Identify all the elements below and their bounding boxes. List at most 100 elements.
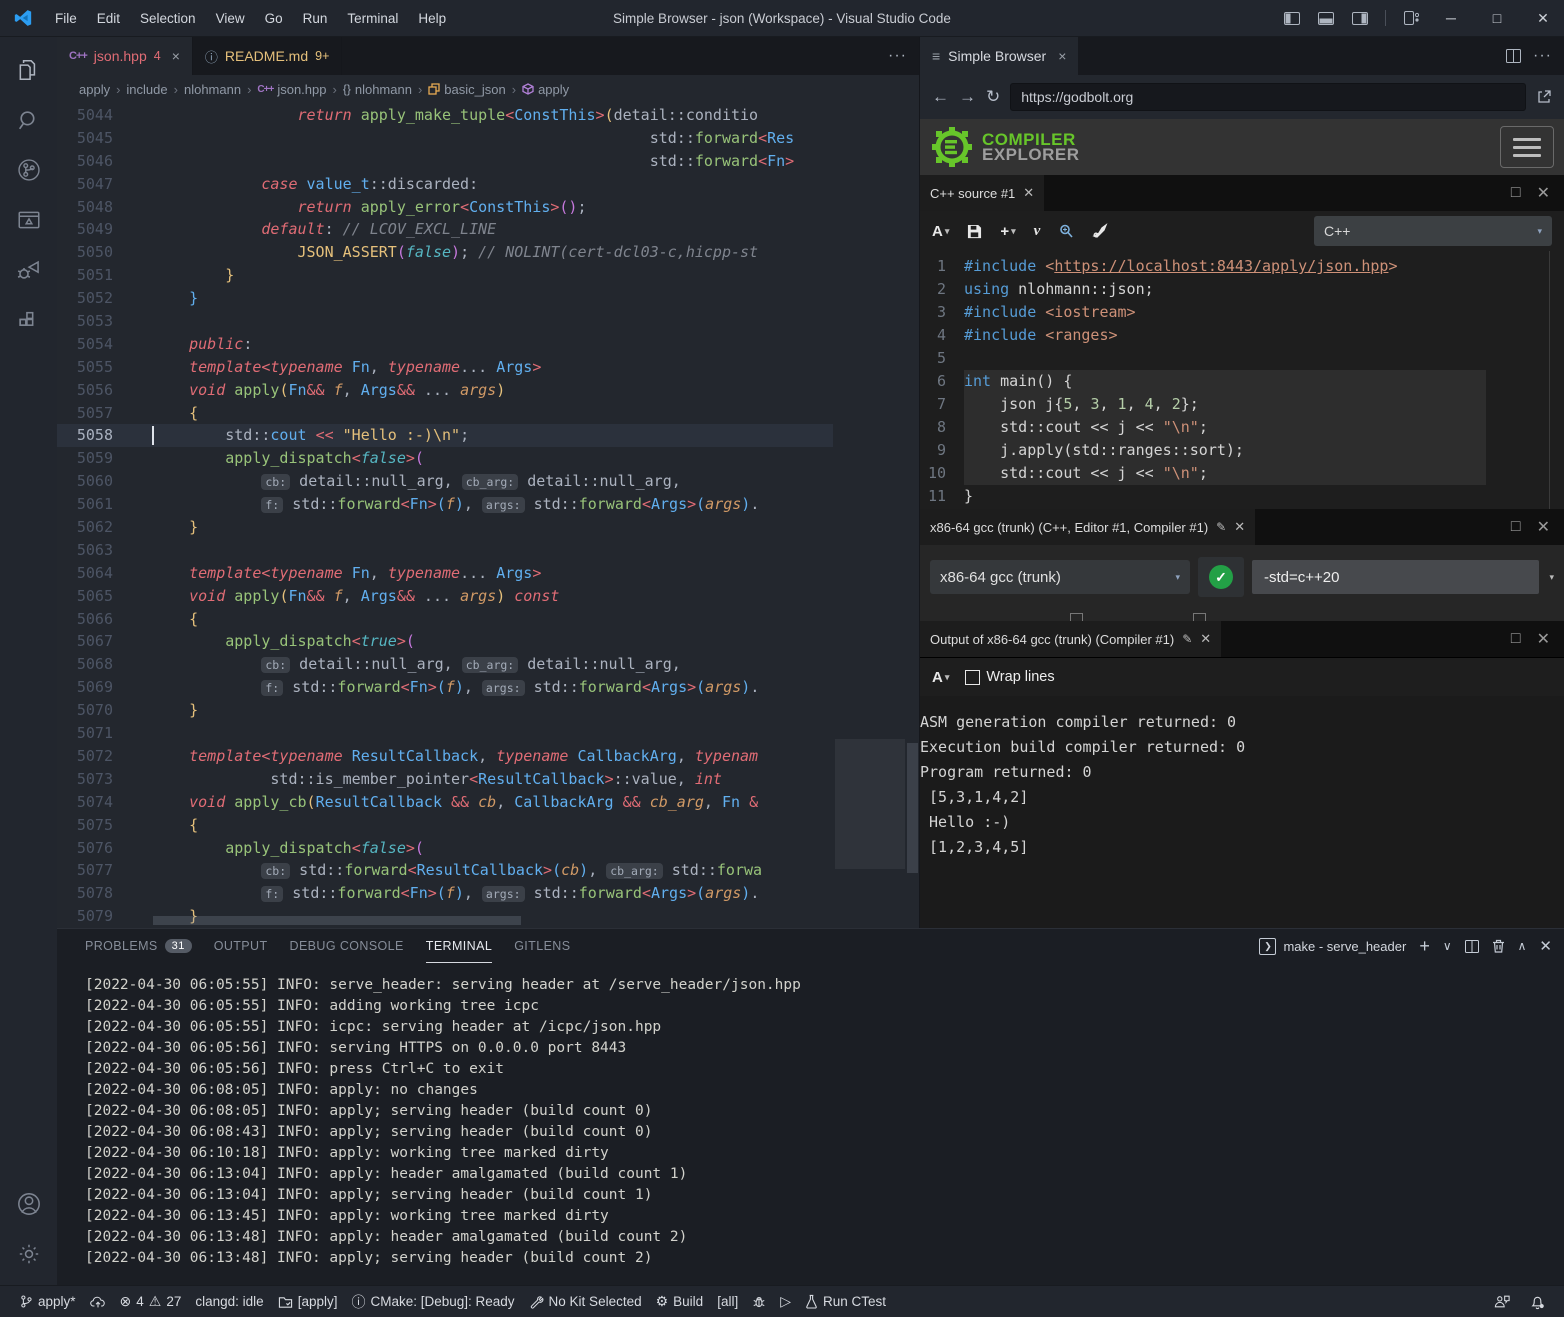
panel-tab-terminal[interactable]: TERMINAL [426,930,492,963]
code-line[interactable]: 5052 } [57,287,833,310]
code-line[interactable]: 5054 public: [57,333,833,356]
back-icon[interactable]: ← [932,87,949,107]
code-line[interactable]: 5074 void apply_cb(ResultCallback && cb,… [57,791,833,814]
vim-mode-icon[interactable]: v [1034,223,1041,240]
godbolt-code-line[interactable]: 5 [920,347,1564,370]
publish-item[interactable] [83,1286,113,1317]
maximize-button[interactable]: □ [1476,3,1518,33]
new-terminal-icon[interactable]: + [1419,936,1430,957]
menu-go[interactable]: Go [256,7,292,30]
menu-edit[interactable]: Edit [88,7,129,30]
open-external-icon[interactable] [1536,89,1552,105]
menu-terminal[interactable]: Terminal [338,7,407,30]
more-actions-icon[interactable]: ··· [1533,47,1552,65]
code-line[interactable]: 5075 { [57,814,833,837]
code-line[interactable]: 5066 { [57,608,833,631]
close-panel-icon[interactable]: ✕ [1539,937,1552,955]
breadcrumb-item[interactable]: nlohmann [184,82,241,97]
menu-selection[interactable]: Selection [131,7,205,30]
code-line[interactable]: 5046 std::forward<Fn> [57,150,833,173]
code-line[interactable]: 5051 } [57,264,833,287]
problems-item[interactable]: ⊗ 4 ⚠ 27 [113,1286,189,1317]
compile-status-button[interactable]: ✓ [1198,557,1244,597]
hamburger-menu-icon[interactable] [1500,126,1554,168]
godbolt-source-editor[interactable]: 1#include <https://localhost:8443/apply/… [920,251,1564,509]
source-tab-close-icon[interactable]: ✕ [1023,185,1034,201]
menu-file[interactable]: File [46,7,86,30]
font-size-icon[interactable]: A▾ [932,223,949,240]
font-size-icon[interactable]: A▾ [932,669,949,686]
build-item[interactable]: ⚙ Build [649,1286,711,1317]
breadcrumb[interactable]: apply›include›nlohmann›C++json.hpp›{}nlo… [57,75,919,103]
toggle-secondary-sidebar-icon[interactable] [1345,5,1375,31]
language-select[interactable]: C++ ▾ [1314,216,1552,246]
code-line[interactable]: 5073 std::is_member_pointer<ResultCallba… [57,768,833,791]
horizontal-scrollbar[interactable] [153,916,521,925]
run-debug-icon[interactable] [5,245,53,295]
kill-terminal-icon[interactable] [1492,939,1505,953]
add-pane-icon[interactable]: +▾ [1000,223,1015,240]
settings-gear-icon[interactable] [5,1229,53,1279]
breadcrumb-item[interactable]: C++json.hpp [257,82,326,97]
panel-tab-gitlens[interactable]: GITLENS [514,930,570,963]
build-target-item[interactable]: [all] [710,1286,745,1317]
menu-run[interactable]: Run [294,7,337,30]
wrap-lines-checkbox[interactable]: Wrap lines [965,669,1054,685]
code-line[interactable]: 5049 default: // LCOV_EXCL_LINE [57,218,833,241]
notifications-item[interactable] [1523,1294,1552,1310]
forward-icon[interactable]: → [959,87,976,107]
debug-item[interactable] [745,1286,773,1317]
project-item[interactable]: [apply] [271,1286,345,1317]
save-icon[interactable] [967,224,982,239]
account-icon[interactable] [5,1179,53,1229]
code-line[interactable]: 5060 cb: detail::null_arg, cb_arg: detai… [57,470,833,493]
feedback-item[interactable] [1487,1294,1517,1309]
compiler-tab-close-icon[interactable]: ✕ [1234,519,1245,535]
godbolt-code-line[interactable]: 11} [920,485,1564,508]
output-tab-close-icon[interactable]: ✕ [1200,631,1211,647]
source-control-icon[interactable] [5,145,53,195]
code-line[interactable]: 5062 } [57,516,833,539]
panel-tab-output[interactable]: OUTPUT [214,930,268,963]
godbolt-code-line[interactable]: 6int main() { [920,370,1564,393]
godbolt-code-line[interactable]: 8 std::cout << j << "\n"; [920,416,1564,439]
split-terminal-icon[interactable] [1465,940,1479,953]
reload-icon[interactable]: ↻ [986,87,1000,107]
extensions-icon[interactable] [5,295,53,345]
godbolt-code-line[interactable]: 3#include <iostream> [920,301,1564,324]
compiler-args-input[interactable]: -std=c++20 [1252,560,1539,594]
search-icon[interactable] [5,95,53,145]
toggle-panel-icon[interactable] [1311,5,1341,31]
godbolt-code-line[interactable]: 9 j.apply(std::ranges::sort); [920,439,1564,462]
rename-pane-icon[interactable]: ✎ [1182,632,1192,646]
explorer-icon[interactable] [5,45,53,95]
terminal-output[interactable]: [2022-04-30 06:05:55] INFO: serve_header… [57,963,1564,1285]
args-dropdown-icon[interactable]: ▾ [1549,572,1554,583]
code-line[interactable]: 5058 std::cout << "Hello :-)\n"; [57,424,833,447]
maximize-pane-icon[interactable]: □ [1511,630,1521,648]
code-line[interactable]: 5047 case value_t::discarded: [57,173,833,196]
close-button[interactable]: ✕ [1522,3,1564,33]
terminal-dropdown-icon[interactable]: ∨ [1443,939,1452,953]
vertical-scrollbar[interactable] [907,743,918,873]
menu-view[interactable]: View [207,7,254,30]
tab-json-hpp[interactable]: C++ json.hpp 4 × [57,37,193,75]
code-line[interactable]: 5077 cb: std::forward<ResultCallback>(cb… [57,859,833,882]
code-line[interactable]: 5055 template<typename Fn, typename... A… [57,356,833,379]
toggle-sidebar-icon[interactable] [1277,5,1307,31]
compiler-select[interactable]: x86-64 gcc (trunk) ▾ [930,560,1190,594]
ctest-item[interactable]: Run CTest [798,1286,893,1317]
breadcrumb-item[interactable]: apply [79,82,110,97]
code-line[interactable]: 5063 [57,539,833,562]
code-line[interactable]: 5064 template<typename Fn, typename... A… [57,562,833,585]
code-line[interactable]: 5044 return apply_make_tuple<ConstThis>(… [57,104,833,127]
code-line[interactable]: 5050 JSON_ASSERT(false); // NOLINT(cert-… [57,241,833,264]
compiler-pane-tab[interactable]: x86-64 gcc (trunk) (C++, Editor #1, Comp… [920,509,1255,545]
close-pane-icon[interactable]: ✕ [1537,183,1550,203]
code-line[interactable]: 5076 apply_dispatch<false>( [57,837,833,860]
customize-layout-icon[interactable] [1396,5,1426,31]
code-line[interactable]: 5067 apply_dispatch<true>( [57,630,833,653]
code-line[interactable]: 5068 cb: detail::null_arg, cb_arg: detai… [57,653,833,676]
maximize-panel-icon[interactable]: ∧ [1518,939,1527,953]
output-pane-tab[interactable]: Output of x86-64 gcc (trunk) (Compiler #… [920,621,1221,657]
